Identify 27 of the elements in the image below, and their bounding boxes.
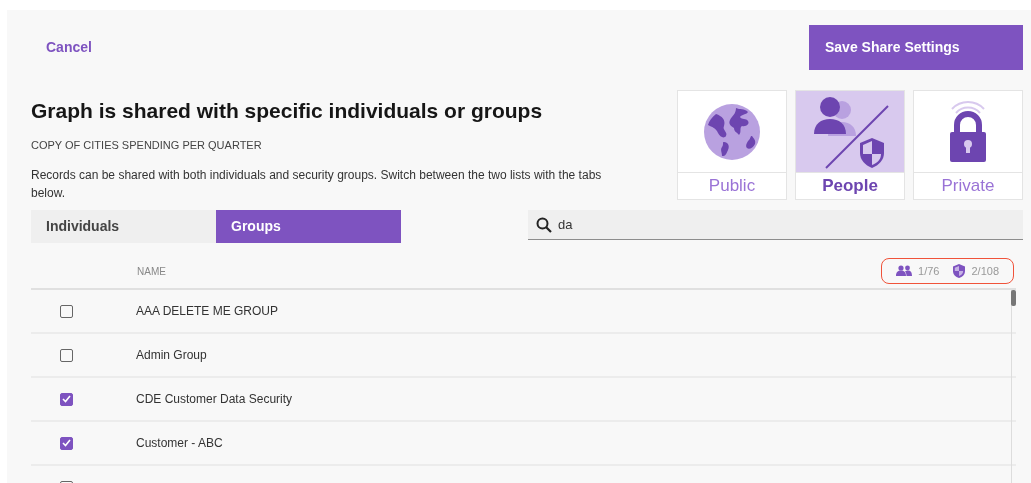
save-share-settings-button[interactable]: Save Share Settings — [809, 25, 1023, 70]
checkbox[interactable] — [60, 392, 73, 406]
group-name: Customer - ABC — [136, 435, 223, 453]
search-field[interactable]: da — [528, 209, 1023, 240]
share-mode-option[interactable]: Public — [677, 90, 787, 200]
scrollbar-thumb[interactable] — [1011, 290, 1016, 307]
dialog-title: Graph is shared with specific individuals or groups — [31, 98, 544, 124]
group-name: Admin Group — [136, 347, 207, 365]
share-mode-option[interactable]: Private — [913, 90, 1023, 200]
shield-icon — [953, 264, 966, 279]
description-text: Records can be shared with both individuals and security groups. Switch between the two lists with the tabs below. — [31, 166, 603, 203]
checkbox[interactable] — [60, 348, 73, 362]
group-name: CDE Customer Data Security — [136, 391, 293, 409]
share-mode-option[interactable]: People — [795, 90, 905, 200]
group-name: AAA DELETE ME GROUP — [136, 303, 279, 321]
selection-count: 1/76 — [918, 263, 940, 279]
globe-icon — [702, 101, 762, 162]
cancel-link[interactable]: Cancel — [46, 37, 92, 58]
graph-name: COPY OF CITIES SPENDING PER QUARTER — [31, 138, 263, 154]
tab[interactable]: Individuals — [31, 209, 216, 243]
scrollbar[interactable] — [1011, 290, 1016, 483]
people-icon — [896, 265, 913, 278]
checkbox[interactable] — [60, 304, 73, 318]
selection-count: 2/108 — [971, 263, 999, 279]
checkbox[interactable] — [60, 436, 73, 450]
tab[interactable]: Groups — [216, 209, 401, 243]
column-header: NAME — [137, 264, 166, 279]
